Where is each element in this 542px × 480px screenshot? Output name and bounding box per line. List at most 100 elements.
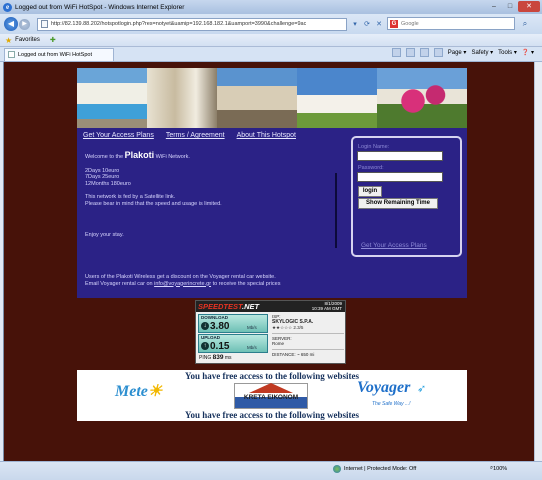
password-label: Password: xyxy=(358,165,384,171)
about-link[interactable]: About This Hotspot xyxy=(237,132,296,139)
download-value: 3.80 xyxy=(210,321,230,332)
notice-line: This network is fed by a Satellite link. xyxy=(85,194,176,201)
isp-rating: ★★☆☆☆ 2.3/5 xyxy=(272,325,304,330)
speedtest-result: SPEEDTEST.NET 8/1/2009 10:39 AM GMT DOWNL… xyxy=(195,300,346,364)
content-divider xyxy=(335,173,337,248)
logo-speed: SPEEDTEST xyxy=(198,302,243,311)
free-access-footer: You have free access to the following we… xyxy=(184,410,360,420)
details-separator xyxy=(272,348,344,350)
logo-net: .NET xyxy=(242,302,260,311)
favorites-button[interactable]: Favorites xyxy=(15,37,40,43)
ping-value: 839 xyxy=(212,354,224,361)
address-bar[interactable]: http://82.139.88.202/hotspotlogin.php?re… xyxy=(37,17,347,31)
login-name-input[interactable] xyxy=(357,151,443,161)
zoom-level: 100% xyxy=(493,465,508,472)
security-zone[interactable]: Internet | Protected Mode: Off xyxy=(333,465,416,473)
show-remaining-time-button[interactable]: Show Remaining Time xyxy=(358,198,438,209)
feeds-icon[interactable] xyxy=(405,48,415,57)
satellite-notice: This network is fed by a Satellite link.… xyxy=(85,194,330,207)
hotspot-banner xyxy=(77,68,467,128)
terms-link[interactable]: Terms / Agreement xyxy=(166,132,225,139)
discount-suffix: to receive the special prices xyxy=(211,280,281,287)
home-icon[interactable] xyxy=(391,48,401,57)
url-text[interactable]: http://82.139.88.202/hotspotlogin.php?re… xyxy=(51,21,306,27)
google-icon: G xyxy=(390,19,398,28)
page-menu[interactable]: Page ▾ xyxy=(448,49,467,56)
tools-menu[interactable]: Tools ▾ xyxy=(498,49,517,56)
voyager-logo[interactable]: Voyager xyxy=(357,379,410,397)
command-bar: Page ▾ Safety ▾ Tools ▾ ❓ ▾ xyxy=(387,48,534,57)
title-bar: e Logged out from WiFi HotSpot - Windows… xyxy=(0,0,542,14)
address-tools: ▾ ⟳ ✕ xyxy=(349,18,385,31)
mail-icon[interactable] xyxy=(419,48,429,57)
ping-label: PING xyxy=(199,355,212,361)
tab-row: Logged out from WiFi HotSpot Page ▾ Safe… xyxy=(0,47,542,62)
tab-page-icon xyxy=(8,51,15,58)
speedtest-datetime: 8/1/2009 10:39 AM GMT xyxy=(312,301,342,311)
tab-hotspot[interactable]: Logged out from WiFi HotSpot xyxy=(4,47,114,61)
stop-icon[interactable]: ✕ xyxy=(373,18,385,31)
login-box: Login Name: Password: login Show Remaini… xyxy=(351,136,462,257)
kreta-logo[interactable]: KRETA ΕΙΚΟΝΟΜ xyxy=(234,383,308,409)
banner-photo-terrace xyxy=(217,68,297,128)
speedtest-header: SPEEDTEST.NET 8/1/2009 10:39 AM GMT xyxy=(196,301,345,312)
page-viewport: Get Your Access Plans Terms / Agreement … xyxy=(3,62,534,461)
email-link[interactable]: info@voyagerincrete.gr xyxy=(154,281,211,287)
address-row: ◀ ▶ http://82.139.88.202/hotspotlogin.ph… xyxy=(0,14,542,34)
back-button[interactable]: ◀ xyxy=(4,17,18,31)
sun-icon: ☀ xyxy=(147,383,163,400)
brand-name: Plakoti xyxy=(124,150,155,160)
print-icon[interactable] xyxy=(433,48,443,57)
search-input[interactable]: Google xyxy=(401,21,419,27)
window-controls: – □ ✕ xyxy=(486,1,540,12)
notice-line: Please bear in mind that the speed and u… xyxy=(85,200,222,207)
upload-label: UPLOAD xyxy=(201,335,220,340)
speedtest-details: ISP: SKYLOGIC S.P.A. ★★☆☆☆ 2.3/5 SERVER:… xyxy=(272,314,344,357)
login-button[interactable]: login xyxy=(358,186,382,197)
banner-photo-flowers xyxy=(377,68,467,128)
favorites-bar: ★ Favorites ✚ xyxy=(0,34,542,47)
dropdown-icon[interactable]: ▾ xyxy=(349,18,361,31)
banner-photo-building xyxy=(147,68,217,128)
add-favorite-icon[interactable]: ✚ xyxy=(50,36,56,44)
window-title: Logged out from WiFi HotSpot - Windows I… xyxy=(15,3,185,11)
download-box: DOWNLOAD ↓ 3.80 Mb/s xyxy=(198,314,268,333)
vertical-scrollbar[interactable] xyxy=(534,62,542,461)
search-icon[interactable]: ⌕ xyxy=(518,17,532,30)
safety-menu[interactable]: Safety ▾ xyxy=(471,49,493,56)
maximize-button[interactable]: □ xyxy=(502,1,518,12)
favorites-star-icon[interactable]: ★ xyxy=(5,36,12,45)
price-item: 12Months 180euro xyxy=(85,180,131,187)
discount-line: Users of the Plakoti Wireless get a disc… xyxy=(85,274,276,280)
ping-readout: PING 839 ms xyxy=(199,354,232,361)
ping-unit: ms xyxy=(224,355,232,361)
close-button[interactable]: ✕ xyxy=(518,1,540,12)
upload-arrow-icon: ↑ xyxy=(201,342,209,350)
page-icon xyxy=(41,20,48,28)
search-box[interactable]: G Google xyxy=(387,17,515,30)
password-input[interactable] xyxy=(357,172,443,182)
zoom-control[interactable]: ⌕ 100% xyxy=(490,465,507,472)
distance-readout: DISTANCE: ~ 650 mi xyxy=(272,352,344,358)
speedtest-time: 10:39 AM GMT xyxy=(311,306,342,311)
welcome-prefix: Welcome to the xyxy=(85,154,125,160)
ie-icon: e xyxy=(3,2,12,12)
server-value: Rome xyxy=(272,341,285,346)
minimize-button[interactable]: – xyxy=(486,1,502,12)
hotspot-main-panel: Get Your Access Plans Terms / Agreement … xyxy=(77,128,467,298)
refresh-icon[interactable]: ⟳ xyxy=(361,18,373,31)
help-menu[interactable]: ❓ ▾ xyxy=(522,49,534,56)
access-plans-link[interactable]: Get Your Access Plans xyxy=(83,132,154,139)
download-arrow-icon: ↓ xyxy=(201,322,209,330)
price-item: 7Days 25euro xyxy=(85,174,120,181)
meteo-logo[interactable]: Mete☀ xyxy=(115,381,162,401)
status-bar: Internet | Protected Mode: Off ⌕ 100% xyxy=(0,461,542,480)
access-plans-login-link[interactable]: Get Your Access Plans xyxy=(361,242,427,249)
forward-button[interactable]: ▶ xyxy=(19,18,30,30)
discount-line-2: Email Voyager rental car on info@voyager… xyxy=(85,281,345,288)
banner-photo-pool xyxy=(77,68,147,128)
enjoy-text: Enjoy your stay. xyxy=(85,231,124,238)
free-access-panel: You have free access to the following we… xyxy=(77,370,467,421)
download-unit: Mb/s xyxy=(247,325,257,330)
price-item: 2Days 10euro xyxy=(85,167,120,174)
